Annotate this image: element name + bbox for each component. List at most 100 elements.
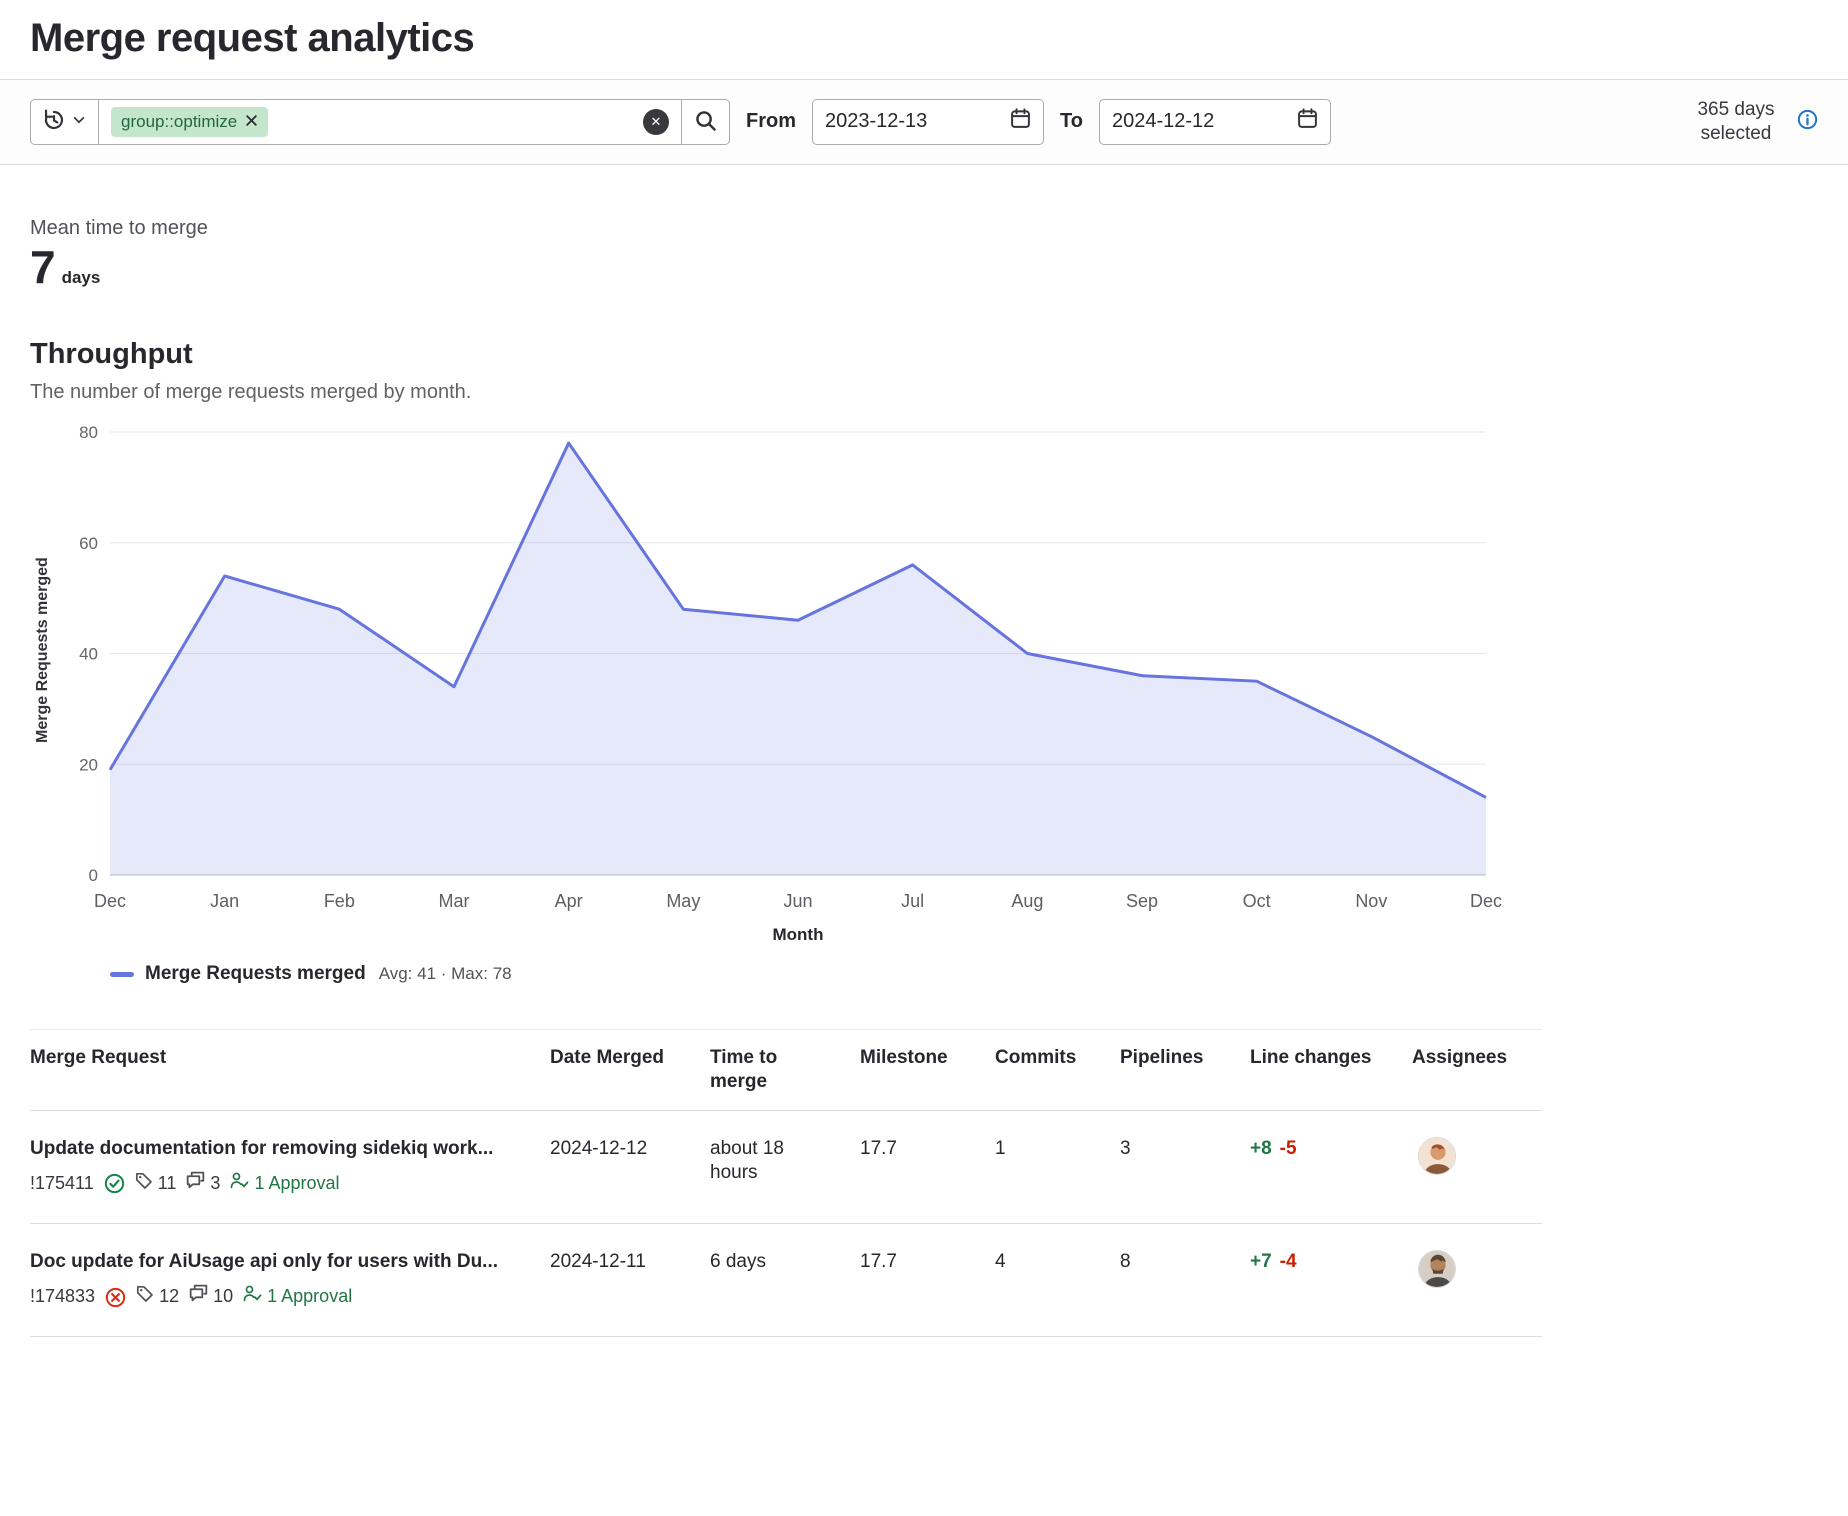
filter-token-label: group::optimize	[121, 112, 237, 132]
approvals[interactable]: 1 Approval	[243, 1284, 352, 1309]
svg-text:Dec: Dec	[94, 891, 126, 911]
additions: +7	[1250, 1251, 1272, 1272]
to-date-input[interactable]: 2024-12-12	[1099, 99, 1331, 145]
status-check-circle-icon	[104, 1173, 125, 1194]
svg-text:Jan: Jan	[210, 891, 239, 911]
stat-unit: days	[62, 268, 101, 288]
labels-count[interactable]: 11	[135, 1172, 177, 1196]
approvals[interactable]: 1 Approval	[230, 1171, 339, 1196]
svg-text:Oct: Oct	[1243, 891, 1271, 911]
label-tag-icon	[135, 1172, 153, 1196]
filtered-search-input[interactable]: group::optimize ✕	[99, 100, 681, 144]
page-header: Merge request analytics	[0, 0, 1848, 79]
throughput-chart-section: Merge Requests merged 0 20 40 60 80 Dec Jan Feb…	[0, 418, 1848, 985]
mr-id[interactable]: !174833	[30, 1285, 95, 1308]
commits-cell: 4	[995, 1223, 1120, 1336]
commits-cell: 1	[995, 1110, 1120, 1223]
info-icon[interactable]	[1797, 109, 1818, 135]
close-icon	[245, 114, 258, 130]
date-merged-cell: 2024-12-11	[550, 1223, 710, 1336]
col-pipelines: Pipelines	[1120, 1030, 1250, 1111]
from-date-value: 2023-12-13	[825, 110, 927, 133]
svg-text:Apr: Apr	[555, 891, 583, 911]
deletions: -5	[1280, 1138, 1297, 1159]
chevron-down-icon	[72, 113, 86, 130]
throughput-title: Throughput	[30, 338, 1818, 371]
svg-text:May: May	[666, 891, 700, 911]
throughput-description: The number of merge requests merged by m…	[30, 381, 1818, 404]
svg-text:Dec: Dec	[1470, 891, 1502, 911]
calendar-icon	[1010, 108, 1031, 135]
table-header-row: Merge Request Date Merged Time to merge …	[30, 1030, 1542, 1111]
svg-text:Mar: Mar	[439, 891, 470, 911]
filter-token[interactable]: group::optimize	[111, 107, 268, 137]
chart-x-axis-label: Month	[60, 925, 1506, 945]
mr-title-link[interactable]: Update documentation for removing sideki…	[30, 1137, 526, 1162]
line-changes-cell: +7 -4	[1250, 1223, 1412, 1336]
labels-count[interactable]: 12	[136, 1285, 179, 1309]
mr-title-link[interactable]: Doc update for AiUsage api only for user…	[30, 1250, 526, 1275]
assignees-cell	[1412, 1223, 1542, 1336]
time-to-merge-cell: about 18 hours	[710, 1110, 860, 1223]
approval-person-check-icon	[230, 1171, 249, 1196]
svg-text:20: 20	[79, 755, 98, 774]
mean-time-to-merge-stat: Mean time to merge 7 days	[0, 217, 1848, 293]
assignee-avatar[interactable]	[1418, 1250, 1456, 1288]
svg-text:Jul: Jul	[901, 891, 924, 911]
deletions: -4	[1280, 1251, 1297, 1272]
col-milestone: Milestone	[860, 1030, 995, 1111]
merge-requests-table-wrap: Merge Request Date Merged Time to merge …	[0, 1029, 1848, 1337]
assignee-avatar[interactable]	[1418, 1137, 1456, 1175]
svg-text:60: 60	[79, 534, 98, 553]
col-date-merged: Date Merged	[550, 1030, 710, 1111]
stat-value: 7	[30, 242, 56, 293]
approval-person-check-icon	[243, 1284, 262, 1309]
line-changes-cell: +8 -5	[1250, 1110, 1412, 1223]
additions: +8	[1250, 1138, 1272, 1159]
date-merged-cell: 2024-12-12	[550, 1110, 710, 1223]
col-assignees: Assignees	[1412, 1030, 1542, 1111]
svg-text:Nov: Nov	[1355, 891, 1387, 911]
svg-text:0: 0	[89, 866, 98, 885]
search-icon	[694, 109, 717, 135]
days-selected-text: 365 days selected	[1684, 98, 1788, 146]
col-line-changes: Line changes	[1250, 1030, 1412, 1111]
comments-icon	[189, 1284, 208, 1309]
search-history-dropdown[interactable]	[31, 100, 99, 144]
search-button[interactable]	[681, 100, 729, 144]
comments-icon	[186, 1171, 205, 1196]
svg-text:80: 80	[79, 423, 98, 442]
page-title: Merge request analytics	[30, 16, 1818, 61]
svg-text:Jun: Jun	[783, 891, 812, 911]
assignees-cell	[1412, 1110, 1542, 1223]
milestone-cell[interactable]: 17.7	[860, 1223, 995, 1336]
to-label: To	[1060, 110, 1083, 133]
clear-search-button[interactable]: ✕	[643, 109, 669, 135]
history-icon	[43, 109, 65, 134]
legend-swatch	[110, 972, 134, 977]
pipelines-cell: 3	[1120, 1110, 1250, 1223]
comments-count[interactable]: 10	[189, 1284, 233, 1309]
from-label: From	[746, 110, 796, 133]
calendar-icon	[1297, 108, 1318, 135]
filtered-search-box: group::optimize ✕	[30, 99, 730, 145]
comments-count[interactable]: 3	[186, 1171, 220, 1196]
merge-requests-table: Merge Request Date Merged Time to merge …	[30, 1029, 1542, 1337]
table-row: Doc update for AiUsage api only for user…	[30, 1223, 1542, 1336]
col-commits: Commits	[995, 1030, 1120, 1111]
token-remove-button[interactable]	[245, 114, 258, 130]
chart-y-axis-label: Merge Requests merged	[26, 418, 60, 923]
svg-text:Sep: Sep	[1126, 891, 1158, 911]
time-to-merge-cell: 6 days	[710, 1223, 860, 1336]
svg-text:Feb: Feb	[324, 891, 355, 911]
days-selected: 365 days selected	[1684, 98, 1818, 146]
status-x-circle-icon	[105, 1287, 126, 1308]
label-tag-icon	[136, 1285, 154, 1309]
chart-legend: Merge Requests merged Avg: 41 · Max: 78	[110, 963, 1848, 985]
from-date-input[interactable]: 2023-12-13	[812, 99, 1044, 145]
mr-id[interactable]: !175411	[30, 1172, 94, 1195]
legend-series-label: Merge Requests merged	[145, 963, 366, 985]
col-time-to-merge: Time to merge	[710, 1030, 860, 1111]
milestone-cell[interactable]: 17.7	[860, 1110, 995, 1223]
svg-text:40: 40	[79, 645, 98, 664]
